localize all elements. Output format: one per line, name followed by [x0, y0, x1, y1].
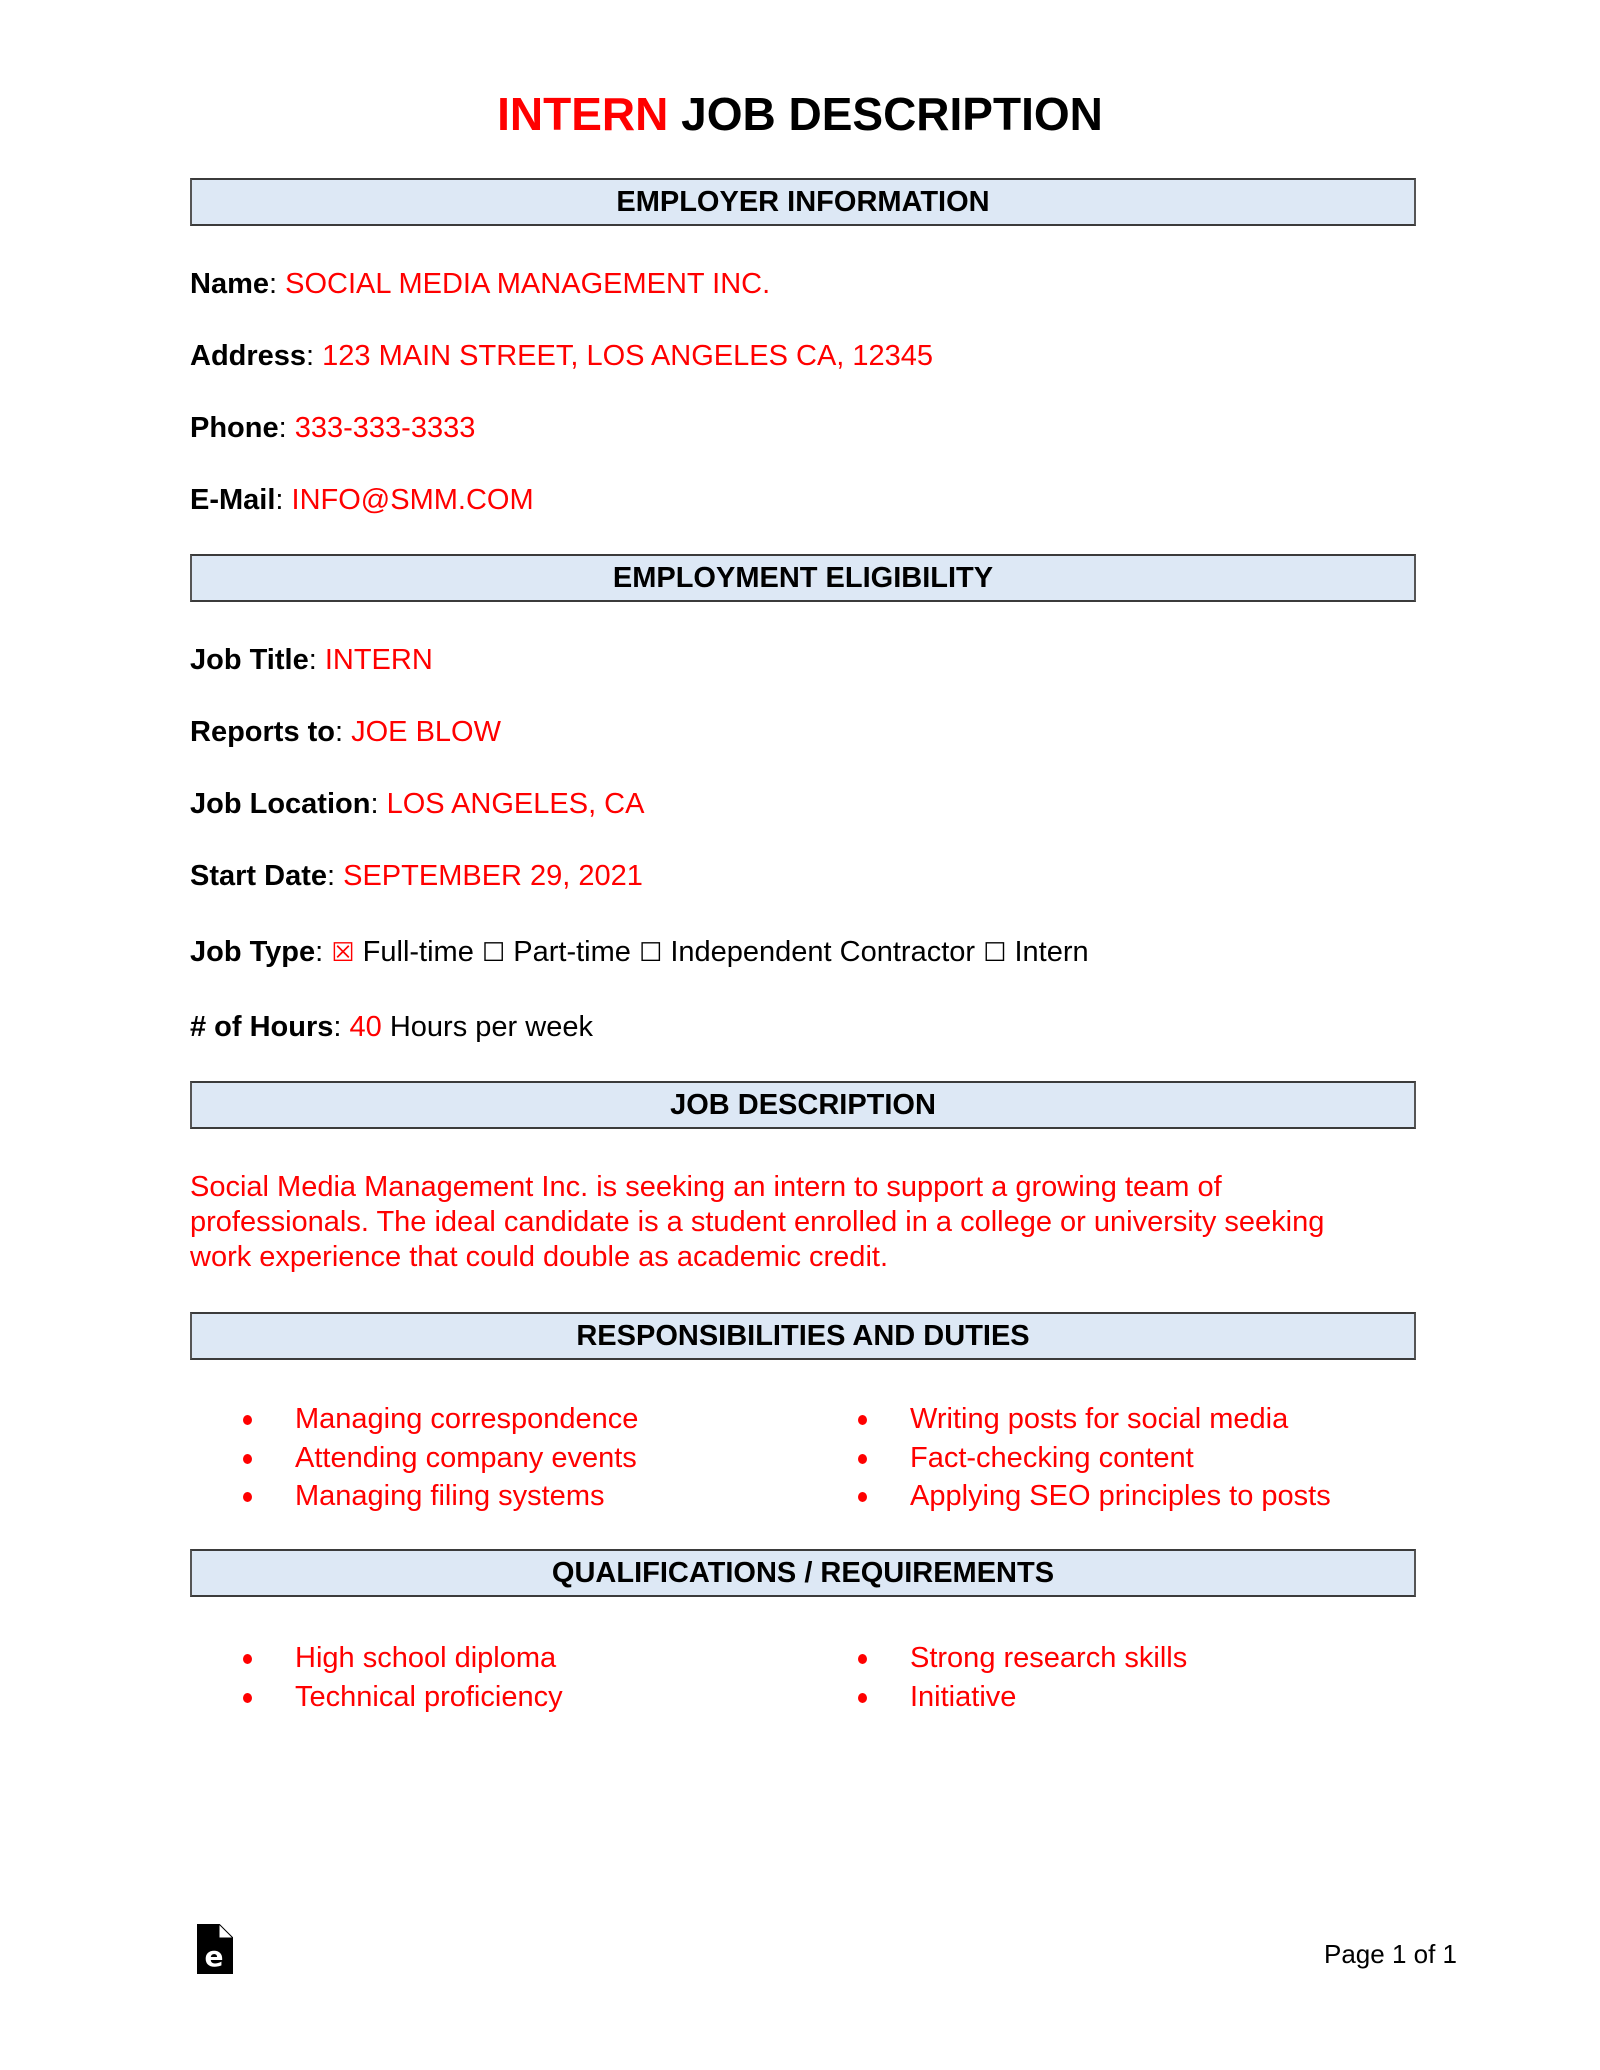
field-value: INTERN — [324, 644, 433, 676]
field-hours: # of Hours: 40 Hours per week — [190, 1011, 593, 1043]
list-item: Applying SEO principles to posts — [858, 1477, 1331, 1516]
responsibilities-list-right: Writing posts for social media Fact-chec… — [858, 1400, 1331, 1516]
field-label: Phone — [190, 412, 279, 444]
list-item: Managing filing systems — [243, 1477, 638, 1516]
svg-text:e: e — [205, 1940, 224, 1973]
field-employer-address: Address: 123 MAIN STREET, LOS ANGELES CA… — [190, 340, 934, 372]
checkbox-part-time[interactable]: ☐ — [482, 938, 505, 968]
option-label: Full-time — [362, 936, 474, 968]
field-label: Job Type — [190, 936, 316, 968]
bullet-icon — [243, 1492, 252, 1502]
list-item-text: Applying SEO principles to posts — [910, 1480, 1331, 1512]
field-value: LOS ANGELES, CA — [386, 788, 645, 820]
option-label: Part-time — [513, 936, 631, 968]
list-item: Technical proficiency — [243, 1678, 563, 1717]
field-label: Address — [190, 340, 307, 372]
title-rest: JOB DESCRIPTION — [668, 88, 1103, 140]
field-employer-name: Name: SOCIAL MEDIA MANAGEMENT INC. — [190, 268, 771, 300]
list-item-text: Managing filing systems — [295, 1480, 605, 1512]
section-header-description: JOB DESCRIPTION — [190, 1081, 1416, 1129]
qualifications-list-right: Strong research skills Initiative — [858, 1639, 1187, 1716]
field-job-title: Job Title: INTERN — [190, 644, 433, 676]
section-header-responsibilities: RESPONSIBILITIES AND DUTIES — [190, 1312, 1416, 1360]
field-label: Start Date — [190, 860, 327, 892]
section-header-qualifications: QUALIFICATIONS / REQUIREMENTS — [190, 1549, 1416, 1597]
field-start-date: Start Date: SEPTEMBER 29, 2021 — [190, 860, 643, 892]
field-job-location: Job Location: LOS ANGELES, CA — [190, 788, 645, 820]
list-item: Initiative — [858, 1678, 1187, 1717]
list-item-text: High school diploma — [295, 1642, 557, 1674]
field-value: SEPTEMBER 29, 2021 — [343, 860, 643, 892]
bullet-icon — [858, 1492, 867, 1502]
page-number: Page 1 of 1 — [1324, 1939, 1457, 1969]
bullet-icon — [243, 1415, 252, 1425]
document-title: INTERN JOB DESCRIPTION — [0, 86, 1600, 142]
list-item: High school diploma — [243, 1639, 563, 1678]
field-value: 123 MAIN STREET, LOS ANGELES CA, 12345 — [322, 340, 934, 372]
checkbox-full-time[interactable]: ☒ — [331, 938, 354, 968]
list-item-text: Writing posts for social media — [910, 1403, 1289, 1435]
list-item-text: Managing correspondence — [295, 1403, 639, 1435]
bullet-icon — [243, 1654, 252, 1664]
field-suffix: Hours per week — [389, 1011, 593, 1043]
field-employer-email: E-Mail: INFO@SMM.COM — [190, 484, 534, 516]
section-header-eligibility: EMPLOYMENT ELIGIBILITY — [190, 554, 1416, 602]
list-item: Strong research skills — [858, 1639, 1187, 1678]
field-label: Name — [190, 268, 269, 300]
bullet-icon — [243, 1692, 252, 1703]
field-value: 333-333-3333 — [294, 412, 476, 444]
field-employer-phone: Phone: 333-333-3333 — [190, 412, 476, 444]
option-label: Intern — [1014, 936, 1089, 968]
checkbox-independent-contractor[interactable]: ☐ — [639, 938, 662, 968]
bullet-icon — [858, 1654, 867, 1664]
list-item: Attending company events — [243, 1439, 638, 1478]
list-item-text: Technical proficiency — [295, 1680, 563, 1713]
list-item: Managing correspondence — [243, 1400, 638, 1439]
bullet-icon — [858, 1692, 867, 1703]
field-value: SOCIAL MEDIA MANAGEMENT INC. — [285, 268, 771, 300]
field-value: INFO@SMM.COM — [291, 484, 534, 516]
field-value: 40 — [349, 1011, 382, 1043]
checkbox-intern[interactable]: ☐ — [983, 938, 1006, 968]
bullet-icon — [858, 1415, 867, 1425]
field-job-type: Job Type: ☒ Full-time ☐ Part-time ☐ Inde… — [190, 936, 1089, 968]
field-label: Job Location — [190, 788, 371, 820]
job-description-text: Social Media Management Inc. is seeking … — [190, 1171, 1325, 1273]
list-item-text: Strong research skills — [910, 1642, 1188, 1674]
field-label: Reports to — [190, 716, 335, 748]
field-reports-to: Reports to: JOE BLOW — [190, 716, 501, 748]
list-item: Writing posts for social media — [858, 1400, 1331, 1439]
bullet-icon — [858, 1453, 867, 1464]
option-label: Independent Contractor — [670, 936, 976, 968]
title-highlight: INTERN — [497, 88, 669, 140]
eforms-document-icon: e — [197, 1922, 235, 1974]
qualifications-list-left: High school diploma Technical proficienc… — [243, 1639, 563, 1716]
field-value: JOE BLOW — [351, 716, 501, 748]
responsibilities-list-left: Managing correspondence Attending compan… — [243, 1400, 638, 1516]
list-item: Fact-checking content — [858, 1439, 1331, 1478]
list-item-text: Initiative — [910, 1680, 1017, 1713]
field-label: # of Hours — [190, 1011, 334, 1043]
section-header-employer: EMPLOYER INFORMATION — [190, 178, 1416, 226]
field-label: E-Mail — [190, 484, 276, 516]
list-item-text: Fact-checking content — [910, 1441, 1194, 1474]
list-item-text: Attending company events — [295, 1441, 637, 1474]
bullet-icon — [243, 1453, 252, 1464]
field-label: Job Title — [190, 644, 309, 676]
